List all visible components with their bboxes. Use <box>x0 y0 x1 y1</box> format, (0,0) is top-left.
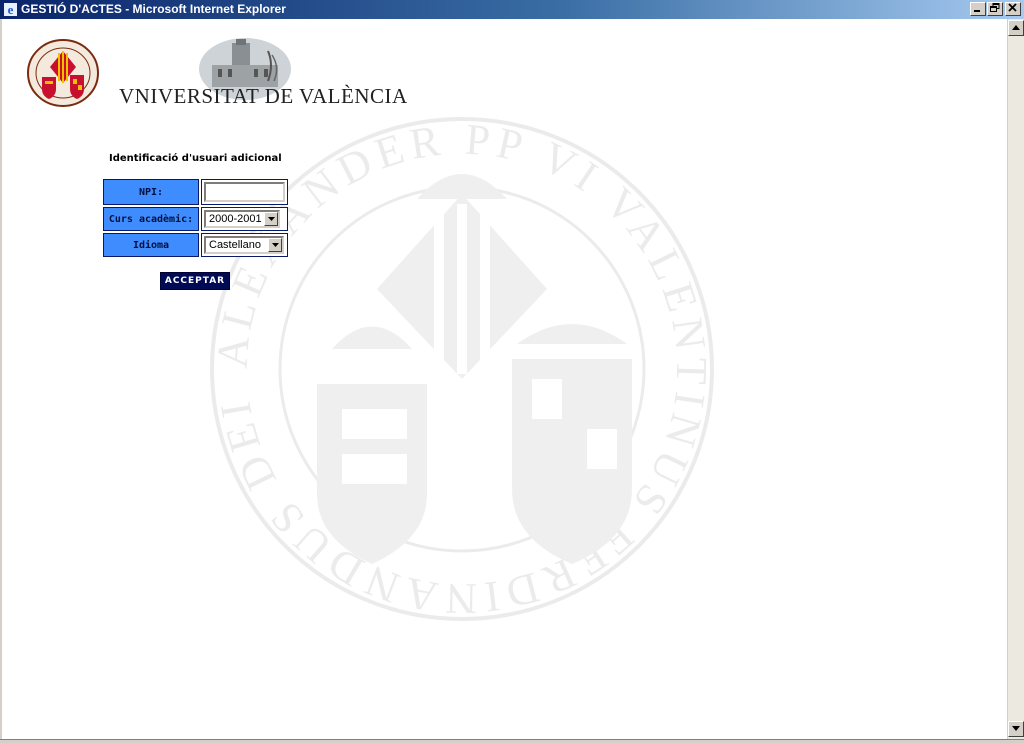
internet-explorer-icon: e <box>4 2 17 17</box>
window-title-bar[interactable]: e GESTIÓ D'ACTES - Microsoft Internet Ex… <box>0 0 1024 19</box>
window-title: GESTIÓ D'ACTES - Microsoft Internet Expl… <box>21 2 286 16</box>
accept-button[interactable]: ACCEPTAR <box>160 272 230 290</box>
minimize-icon <box>974 10 980 12</box>
language-field-cell: Castellano <box>201 233 288 257</box>
chevron-up-icon <box>1012 25 1020 30</box>
restore-icon <box>990 3 1000 12</box>
npi-field-cell <box>201 179 288 205</box>
chevron-down-icon <box>268 217 275 221</box>
language-selected-value: Castellano <box>209 239 261 251</box>
svg-text:e: e <box>8 2 14 17</box>
chevron-down-icon <box>1012 726 1020 731</box>
academic-year-field-cell: 2000-2001 <box>201 207 288 231</box>
form-title: Identificació d'usuari adicional <box>109 153 282 164</box>
academic-year-select[interactable]: 2000-2001 <box>204 210 280 228</box>
close-button[interactable] <box>1005 2 1021 16</box>
chevron-down-icon <box>272 243 279 247</box>
university-name-logo: VNIVERSITAT DE VALÈNCIA <box>119 84 408 108</box>
academic-year-label: Curs acadèmic: <box>103 207 199 231</box>
university-seal-logo <box>27 39 99 107</box>
scroll-down-button[interactable] <box>1008 721 1024 737</box>
minimize-button[interactable] <box>970 2 986 16</box>
npi-label: NPI: <box>103 179 199 205</box>
dropdown-arrow-button[interactable] <box>264 212 278 226</box>
restore-button[interactable] <box>987 2 1003 16</box>
dropdown-arrow-button[interactable] <box>268 238 282 252</box>
browser-content-area: ALEXANDER PP VI VALENTINUS FERDINANDUS D… <box>0 19 1009 739</box>
academic-year-selected-value: 2000-2001 <box>209 213 262 225</box>
language-label: Idioma <box>103 233 199 257</box>
scroll-up-button[interactable] <box>1008 20 1024 36</box>
vertical-scrollbar[interactable] <box>1007 19 1024 739</box>
window-bottom-border <box>0 739 1024 743</box>
close-icon <box>1008 3 1017 12</box>
language-select[interactable]: Castellano <box>204 236 284 254</box>
npi-input[interactable] <box>204 182 285 202</box>
